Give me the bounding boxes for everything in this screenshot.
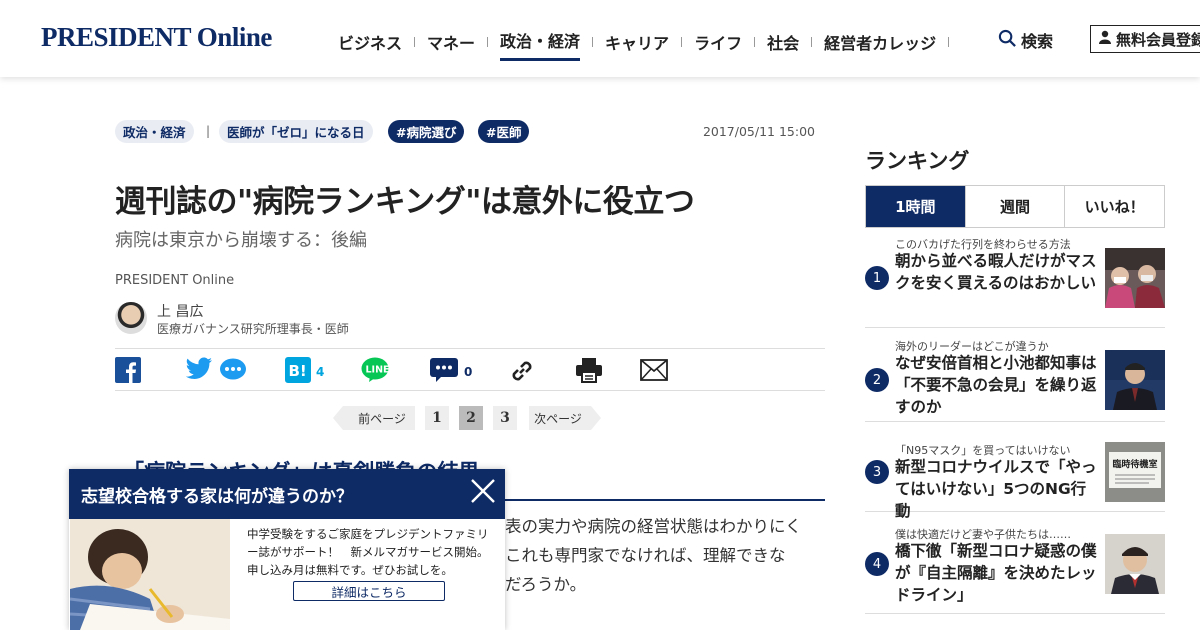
- hatena-bookmark-button[interactable]: B! 4: [285, 357, 324, 387]
- nav-item-politics[interactable]: 政治・経済: [500, 28, 581, 61]
- nav-item-business[interactable]: ビジネス: [338, 30, 402, 60]
- nav-item-society[interactable]: 社会: [767, 30, 799, 60]
- ranking-title: ランキング: [865, 149, 970, 173]
- facebook-icon: [115, 357, 141, 387]
- rank-number: 2: [865, 368, 889, 392]
- ranking-tabs: 1時間 週間 いいね！: [865, 185, 1165, 228]
- mail-icon: [640, 359, 668, 385]
- tag-separator: |: [206, 124, 211, 138]
- rank-thumbnail: [1105, 534, 1165, 594]
- author-role: 医療ガバナンス研究所理事長・医師: [157, 322, 349, 336]
- twitter-share-button[interactable]: [185, 357, 213, 385]
- email-share-button[interactable]: [640, 359, 668, 385]
- rank-number: 3: [865, 460, 889, 484]
- nav-item-life[interactable]: ライフ: [694, 30, 742, 60]
- hatena-icon: B!: [285, 357, 311, 387]
- rank-headline: なぜ安倍首相と小池都知事は「不要不急の会見」を繰り返すのか: [895, 354, 1097, 416]
- pagination: 前ページ 1 2 3 次ページ: [333, 406, 601, 430]
- newsletter-popup: 志望校合格する家は何が違うのか？ 中学受験をするご家庭をプレジデントファミリー誌…: [69, 469, 505, 630]
- copy-link-button[interactable]: [508, 357, 536, 389]
- nav-item-college[interactable]: 経営者カレッジ: [824, 30, 936, 60]
- tab-likes[interactable]: いいね！: [1065, 186, 1164, 227]
- page-1-link[interactable]: 1: [425, 406, 449, 430]
- register-label: 無料会員登録: [1116, 30, 1200, 49]
- main-nav: ビジネス マネー 政治・経済 キャリア ライフ 社会 経営者カレッジ: [338, 28, 961, 61]
- nav-separator: [948, 36, 950, 47]
- twitter-more-button[interactable]: [219, 358, 247, 386]
- category-tag[interactable]: 政治・経済: [115, 120, 194, 143]
- article-subtitle: 病院は東京から崩壊する：後編: [115, 230, 367, 251]
- nav-separator: [414, 36, 416, 47]
- search-button[interactable]: 検索: [998, 28, 1053, 52]
- facebook-share-button[interactable]: [115, 357, 141, 387]
- page-3-link[interactable]: 3: [493, 406, 517, 430]
- link-icon: [508, 357, 536, 389]
- nav-item-money[interactable]: マネー: [427, 30, 475, 60]
- hatena-count: 4: [316, 365, 325, 379]
- site-logo[interactable]: PRESIDENT Online: [41, 22, 272, 53]
- prev-page-button[interactable]: 前ページ: [333, 406, 415, 430]
- publish-date: 2017/05/11 15:00: [702, 124, 815, 139]
- share-bar: B! 4 LINE 0: [115, 348, 825, 391]
- popup-details-button[interactable]: 詳細はこちら: [293, 581, 445, 601]
- waiting-room-sign-text: 臨時待機室: [1112, 458, 1157, 470]
- hashtag-doctor[interactable]: #医師: [478, 120, 530, 143]
- article-source: PRESIDENT Online: [115, 273, 235, 288]
- hashtag-hospital[interactable]: #病院選び: [388, 120, 465, 143]
- more-bubble-icon: [219, 358, 247, 386]
- svg-text:B!: B!: [289, 362, 307, 380]
- rank-number: 4: [865, 552, 889, 576]
- user-icon: [1099, 30, 1116, 48]
- comment-button[interactable]: 0: [429, 357, 472, 387]
- print-icon: [575, 357, 603, 387]
- line-icon: LINE: [361, 357, 390, 387]
- rank-headline: 朝から並べる暇人だけがマスクを安く買えるのはおかしい: [895, 252, 1097, 292]
- author-name[interactable]: 上 昌広: [157, 301, 203, 321]
- tab-hourly[interactable]: 1時間: [866, 186, 966, 227]
- ranking-item[interactable]: 3 「N95マスク」を買ってはいけない 新型コロナウイルスで「やってはいけない」…: [865, 422, 1165, 520]
- page-2-current[interactable]: 2: [459, 406, 483, 430]
- print-button[interactable]: [575, 357, 603, 387]
- author-avatar[interactable]: [115, 302, 147, 334]
- popup-description: 中学受験をするご家庭をプレジデントファミリー誌がサポート！ 新メルマガサービス開…: [247, 527, 489, 577]
- rank-thumbnail: [1105, 350, 1165, 410]
- comment-icon: [429, 357, 459, 387]
- line-share-button[interactable]: LINE: [361, 357, 390, 387]
- nav-separator: [754, 36, 756, 47]
- comment-count: 0: [464, 365, 473, 379]
- ranking-item[interactable]: 2 海外のリーダーはどこが違うか なぜ安倍首相と小池都知事は「不要不急の会見」を…: [865, 328, 1165, 422]
- nav-separator: [681, 36, 683, 47]
- close-icon[interactable]: [469, 477, 497, 505]
- search-icon: [998, 29, 1021, 52]
- popup-child-studying-image: [70, 519, 230, 630]
- search-label: 検索: [1021, 32, 1054, 51]
- next-page-button[interactable]: 次ページ: [529, 406, 601, 430]
- register-button[interactable]: 無料会員登録: [1090, 25, 1200, 53]
- tab-weekly[interactable]: 週間: [966, 186, 1066, 227]
- rank-thumbnail: [1105, 248, 1165, 308]
- rank-headline: 橋下徹「新型コロナ疑惑の僕が『自主隔離』を決めたレッドライン」: [895, 542, 1097, 604]
- nav-item-career[interactable]: キャリア: [605, 30, 669, 60]
- site-header: PRESIDENT Online ビジネス マネー 政治・経済 キャリア ライフ…: [0, 0, 1200, 77]
- article-tags: 政治・経済 | 医師が「ゼロ」になる日 #病院選び #医師 2017/05/11…: [115, 120, 825, 144]
- popup-header: 志望校合格する家は何が違うのか？: [69, 469, 505, 519]
- nav-separator: [487, 36, 489, 47]
- rank-number: 1: [865, 266, 889, 290]
- nav-separator: [811, 36, 813, 47]
- twitter-icon: [185, 357, 213, 385]
- series-tag[interactable]: 医師が「ゼロ」になる日: [219, 120, 373, 143]
- ranking-item[interactable]: 1 このバカげた行列を終わらせる方法 朝から並べる暇人だけがマスクを安く買えるの…: [865, 236, 1165, 328]
- rank-thumbnail: 臨時待機室: [1105, 442, 1165, 502]
- ranking-item[interactable]: 4 僕は快適だけど妻や子供たちは…… 橋下徹「新型コロナ疑惑の僕が『自主隔離』を…: [865, 512, 1165, 614]
- nav-separator: [592, 36, 594, 47]
- article-title: 週刊誌の"病院ランキング"は意外に役立つ: [115, 184, 695, 220]
- popup-title: 志望校合格する家は何が違うのか？: [81, 486, 353, 507]
- svg-text:LINE: LINE: [366, 365, 390, 376]
